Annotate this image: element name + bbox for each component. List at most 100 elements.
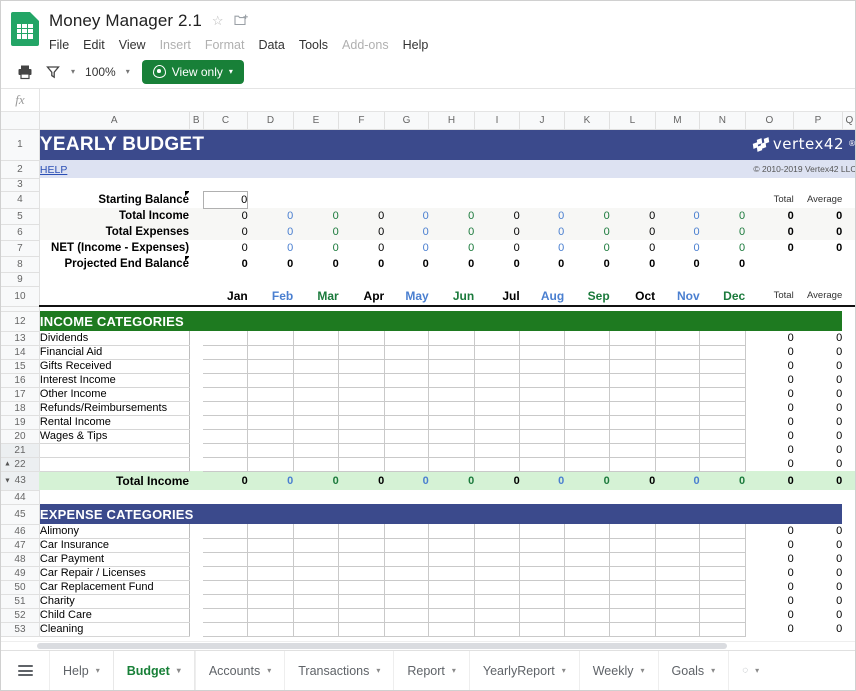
- total-expenses-jul[interactable]: 0: [474, 224, 520, 240]
- row-header-4[interactable]: 4: [1, 190, 40, 209]
- spacer-q8[interactable]: [842, 256, 855, 272]
- income-cell-feb[interactable]: [247, 401, 294, 416]
- expense-cell-oct[interactable]: [609, 566, 656, 581]
- income-cell-oct[interactable]: [609, 401, 656, 416]
- total-expenses-aug[interactable]: 0: [520, 224, 564, 240]
- expense-row-average[interactable]: 0: [794, 608, 842, 622]
- menu-edit[interactable]: Edit: [83, 38, 105, 52]
- income-cell-mar[interactable]: [293, 331, 340, 346]
- income-cell-nov[interactable]: [655, 443, 701, 458]
- income-row-average[interactable]: 0: [794, 415, 842, 429]
- expense-cell-may[interactable]: [384, 608, 430, 623]
- net-dec[interactable]: 0: [700, 240, 745, 256]
- income-cell-dec[interactable]: [699, 415, 746, 430]
- income-cell-jul[interactable]: [474, 373, 521, 388]
- income-category-name[interactable]: Rental Income: [39, 415, 190, 430]
- income-cell-oct[interactable]: [609, 429, 656, 444]
- month-row-b[interactable]: [189, 286, 204, 307]
- income-row-total[interactable]: 0: [745, 359, 794, 373]
- total-expenses-mar[interactable]: 0: [293, 224, 339, 240]
- total-expenses-apr[interactable]: 0: [339, 224, 384, 240]
- expense-cell-sep[interactable]: [564, 580, 611, 595]
- select-all-corner[interactable]: [1, 112, 40, 130]
- income-cell-may[interactable]: [384, 345, 430, 360]
- income-cell-jun[interactable]: [428, 373, 475, 388]
- income-cell-mar[interactable]: [293, 443, 340, 458]
- expense-cell-aug[interactable]: [519, 580, 565, 595]
- expense-cell-dec[interactable]: [699, 538, 746, 553]
- spacer-q[interactable]: [842, 594, 855, 608]
- expense-cell-sep[interactable]: [564, 622, 611, 637]
- expense-cell-jan[interactable]: [203, 622, 249, 637]
- expense-cell-jul[interactable]: [474, 580, 521, 595]
- income-cell-feb[interactable]: [247, 345, 294, 360]
- chevron-down-icon[interactable]: ▾: [562, 666, 566, 675]
- expense-row-average[interactable]: 0: [794, 552, 842, 566]
- income-cell-apr[interactable]: [338, 373, 385, 388]
- income-cell-jan[interactable]: [203, 415, 249, 430]
- chevron-down-icon[interactable]: ▾: [711, 666, 715, 675]
- expense-cell-aug[interactable]: [519, 622, 565, 637]
- expense-cell-may[interactable]: [384, 538, 430, 553]
- total-income-dec[interactable]: 0: [700, 208, 745, 224]
- expense-cell-mar[interactable]: [293, 580, 340, 595]
- income-cell-apr[interactable]: [338, 387, 385, 402]
- row-header-43[interactable]: ▼ 43: [1, 471, 40, 490]
- column-header-K[interactable]: K: [563, 112, 611, 130]
- month-header-oct[interactable]: Oct: [609, 286, 656, 307]
- spacer-q[interactable]: [842, 622, 855, 636]
- gap-b[interactable]: [189, 345, 204, 359]
- income-cell-dec[interactable]: [699, 359, 746, 374]
- income-cell-apr[interactable]: [338, 331, 385, 346]
- expense-cell-aug[interactable]: [519, 566, 565, 581]
- income-row-average[interactable]: 0: [794, 345, 842, 359]
- expense-cell-jan[interactable]: [203, 538, 249, 553]
- expense-cell-apr[interactable]: [338, 524, 385, 539]
- peb-jun[interactable]: 0: [429, 256, 474, 272]
- income-category-name[interactable]: Dividends: [39, 331, 190, 346]
- row-header-9[interactable]: 9: [1, 271, 40, 287]
- expense-cell-sep[interactable]: [564, 538, 611, 553]
- expense-cell-nov[interactable]: [655, 622, 701, 637]
- expense-cell-jan[interactable]: [203, 580, 249, 595]
- sheet-tab-budget[interactable]: Budget ▾: [112, 651, 195, 690]
- expense-cell-nov[interactable]: [655, 580, 701, 595]
- expense-cell-jun[interactable]: [428, 622, 475, 637]
- expense-row-average[interactable]: 0: [794, 538, 842, 552]
- spacer-q7[interactable]: [842, 240, 855, 256]
- cat-total-header[interactable]: Total: [745, 286, 794, 307]
- spacer-q[interactable]: [842, 387, 855, 401]
- income-cell-apr[interactable]: [338, 359, 385, 374]
- income-cell-nov[interactable]: [655, 345, 701, 360]
- spacer-q[interactable]: [842, 552, 855, 566]
- expense-cell-sep[interactable]: [564, 594, 611, 609]
- income-cell-dec[interactable]: [699, 401, 746, 416]
- row-header-5[interactable]: 5: [1, 207, 40, 225]
- income-category-name[interactable]: Gifts Received: [39, 359, 190, 374]
- column-header-D[interactable]: D: [247, 112, 294, 130]
- income-row-average[interactable]: 0: [794, 331, 842, 345]
- expense-cell-jul[interactable]: [474, 566, 521, 581]
- spacer-q[interactable]: [842, 608, 855, 622]
- month-header-jul[interactable]: Jul: [474, 286, 520, 307]
- row-header-49[interactable]: 49: [1, 565, 40, 581]
- income-cell-feb[interactable]: [247, 373, 294, 388]
- column-header-O[interactable]: O: [744, 112, 795, 130]
- income-row-average[interactable]: 0: [794, 387, 842, 401]
- income-cell-may[interactable]: [384, 429, 430, 444]
- total-income-average[interactable]: 0: [794, 208, 842, 224]
- blank-cell-44[interactable]: [39, 490, 855, 504]
- peb-oct[interactable]: 0: [610, 256, 655, 272]
- total-income-sep[interactable]: 0: [564, 208, 610, 224]
- income-row-total[interactable]: 0: [745, 457, 794, 471]
- expense-cell-jan[interactable]: [203, 566, 249, 581]
- expense-cell-dec[interactable]: [699, 580, 746, 595]
- income-cell-jul[interactable]: [474, 457, 521, 472]
- income-cell-may[interactable]: [384, 401, 430, 416]
- expense-cell-dec[interactable]: [699, 552, 746, 567]
- row-header-16[interactable]: 16: [1, 372, 40, 388]
- expense-row-total[interactable]: 0: [745, 552, 794, 566]
- starting-balance-value[interactable]: 0: [202, 190, 249, 209]
- column-header-C[interactable]: C: [202, 112, 249, 130]
- peb-apr[interactable]: 0: [339, 256, 384, 272]
